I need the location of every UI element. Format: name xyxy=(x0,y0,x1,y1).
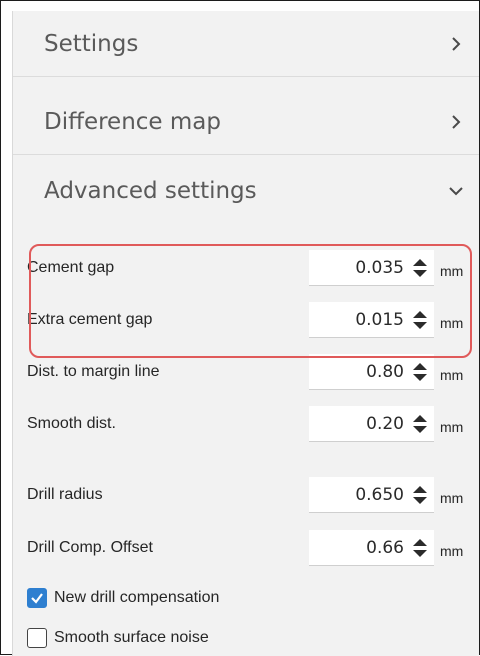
field-row-cement-gap: Cement gap 0.035 mm xyxy=(13,246,479,290)
drill-comp-offset-spinbox[interactable]: 0.66 xyxy=(309,530,434,566)
spin-arrows-icon[interactable] xyxy=(412,414,428,434)
spinbox-value[interactable]: 0.015 xyxy=(355,310,404,330)
unit-label: mm xyxy=(440,367,464,384)
spinbox-value[interactable]: 0.20 xyxy=(366,414,404,434)
spin-arrows-icon[interactable] xyxy=(412,538,428,558)
unit-label: mm xyxy=(440,419,464,436)
field-label: Drill Comp. Offset xyxy=(27,539,153,556)
extra-cement-gap-spinbox[interactable]: 0.015 xyxy=(309,302,434,338)
section-header-difference-map[interactable]: Difference map xyxy=(13,89,479,155)
field-row-smooth-dist: Smooth dist. 0.20 mm xyxy=(13,402,479,446)
spin-arrows-icon[interactable] xyxy=(412,362,428,382)
dist-to-margin-line-spinbox[interactable]: 0.80 xyxy=(309,354,434,390)
drill-radius-spinbox[interactable]: 0.650 xyxy=(309,477,434,513)
checkbox-label[interactable]: New drill compensation xyxy=(54,589,219,607)
unit-label: mm xyxy=(440,490,464,507)
spinbox-value[interactable]: 0.80 xyxy=(366,362,404,382)
field-label: Dist. to margin line xyxy=(27,363,160,380)
spinbox-value[interactable]: 0.035 xyxy=(355,258,404,278)
spin-arrows-icon[interactable] xyxy=(412,310,428,330)
field-label: Drill radius xyxy=(27,486,103,503)
checkbox-label[interactable]: Smooth surface noise xyxy=(54,629,209,647)
unit-label: mm xyxy=(440,315,464,332)
smooth-dist-spinbox[interactable]: 0.20 xyxy=(309,406,434,442)
field-label: Smooth dist. xyxy=(27,415,116,432)
new-drill-compensation-checkbox[interactable] xyxy=(27,588,47,608)
spin-arrows-icon[interactable] xyxy=(412,485,428,505)
section-title-advanced-settings: Advanced settings xyxy=(44,178,257,204)
section-header-settings[interactable]: Settings xyxy=(13,11,479,77)
field-row-dist-to-margin-line: Dist. to margin line 0.80 mm xyxy=(13,350,479,394)
chevron-right-icon xyxy=(447,113,465,131)
field-row-extra-cement-gap: Extra cement gap 0.015 mm xyxy=(13,298,479,342)
smooth-surface-noise-checkbox[interactable] xyxy=(27,628,47,648)
checkbox-row-smooth-surface-noise[interactable]: Smooth surface noise xyxy=(13,621,479,655)
section-title-settings: Settings xyxy=(44,30,139,57)
unit-label: mm xyxy=(440,263,464,280)
field-row-drill-comp-offset: Drill Comp. Offset 0.66 mm xyxy=(13,526,479,570)
field-row-drill-radius: Drill radius 0.650 mm xyxy=(13,473,479,517)
section-title-difference-map: Difference map xyxy=(44,108,221,135)
settings-panel: Settings Difference map Advanced setting… xyxy=(12,11,479,656)
spin-arrows-icon[interactable] xyxy=(412,258,428,278)
field-label: Cement gap xyxy=(27,259,115,276)
cement-gap-spinbox[interactable]: 0.035 xyxy=(309,250,434,286)
chevron-right-icon xyxy=(447,35,465,53)
unit-label: mm xyxy=(440,543,464,560)
section-header-advanced-settings[interactable]: Advanced settings xyxy=(13,158,479,224)
spinbox-value[interactable]: 0.650 xyxy=(355,485,404,505)
checkbox-row-new-drill-compensation[interactable]: New drill compensation xyxy=(13,581,479,615)
spinbox-value[interactable]: 0.66 xyxy=(366,538,404,558)
screenshot-frame: Settings Difference map Advanced setting… xyxy=(0,0,480,656)
chevron-down-icon xyxy=(447,182,465,200)
field-label: Extra cement gap xyxy=(27,311,153,328)
